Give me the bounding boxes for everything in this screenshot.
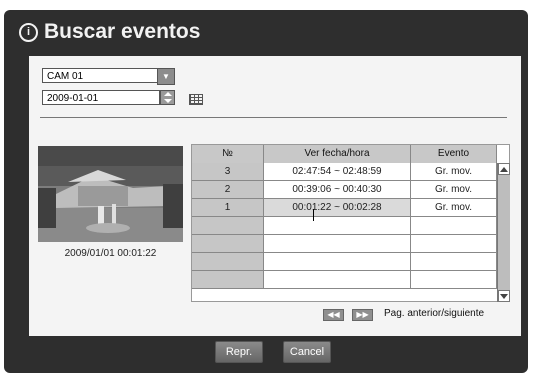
table-row-2-time[interactable]: 00:39:06 ~ 00:40:30 [264,181,411,199]
preview-timestamp: 2009/01/01 00:01:22 [64,248,157,259]
table-scrollbar[interactable] [497,163,510,302]
table-row-3-number[interactable]: 1 [192,199,264,217]
date-spinner-icon[interactable] [160,90,175,105]
scroll-down-icon[interactable] [498,290,510,302]
cancel-button[interactable]: Cancel [283,341,331,363]
pager-label: Pag. anterior/siguiente [384,308,485,319]
table-row-empty [411,271,497,289]
column-header-datetime: Ver fecha/hora [264,145,411,163]
table-row-3-event[interactable]: Gr. mov. [411,199,497,217]
table-row-empty [411,235,497,253]
date-field-value: 2009-01-01 [47,93,99,104]
preview-scene [38,146,183,242]
table-row-1-event[interactable]: Gr. mov. [411,163,497,181]
table-row-empty [192,235,264,253]
column-header-event: Evento [411,145,497,163]
divider [40,117,507,118]
table-row-empty [264,253,411,271]
table-row-2-number[interactable]: 2 [192,181,264,199]
table-row-empty [264,235,411,253]
table-row-empty [264,217,411,235]
scroll-up-icon[interactable] [498,163,510,175]
chevron-down-icon[interactable]: ▼ [157,68,175,85]
calendar-icon[interactable] [189,94,203,105]
dialog-title: i Buscar eventos [19,20,200,44]
info-circle-icon: i [19,22,38,42]
table-row-1-number[interactable]: 3 [192,163,264,181]
double-left-icon[interactable]: ◀◀ [323,309,344,321]
dialog-title-text: Buscar eventos [44,20,201,43]
play-button[interactable]: Repr. [215,341,263,363]
preview-image [38,146,183,242]
table-row-empty [411,253,497,271]
content-panel: CAM 01 ▼ 2009-01-01 2009/01/01 00:01:22 … [29,56,521,336]
table-row-empty [192,271,264,289]
camera-select[interactable]: CAM 01 ▼ [42,68,175,85]
date-field[interactable]: 2009-01-01 [42,90,160,105]
table-row-empty [192,253,264,271]
event-table: № Ver fecha/hora Evento 3 02:47:54 ~ 02:… [191,144,510,302]
table-row-3-time[interactable]: 00:01:22 ~ 00:02:28 [264,199,411,217]
table-row-empty [264,271,411,289]
camera-select-value: CAM 01 [47,71,84,82]
column-header-number: № [192,145,264,163]
table-row-empty [192,217,264,235]
table-row-empty [411,217,497,235]
double-right-icon[interactable]: ▶▶ [352,309,373,321]
table-row-1-time[interactable]: 02:47:54 ~ 02:48:59 [264,163,411,181]
table-row-2-event[interactable]: Gr. mov. [411,181,497,199]
text-cursor-icon [313,209,314,221]
